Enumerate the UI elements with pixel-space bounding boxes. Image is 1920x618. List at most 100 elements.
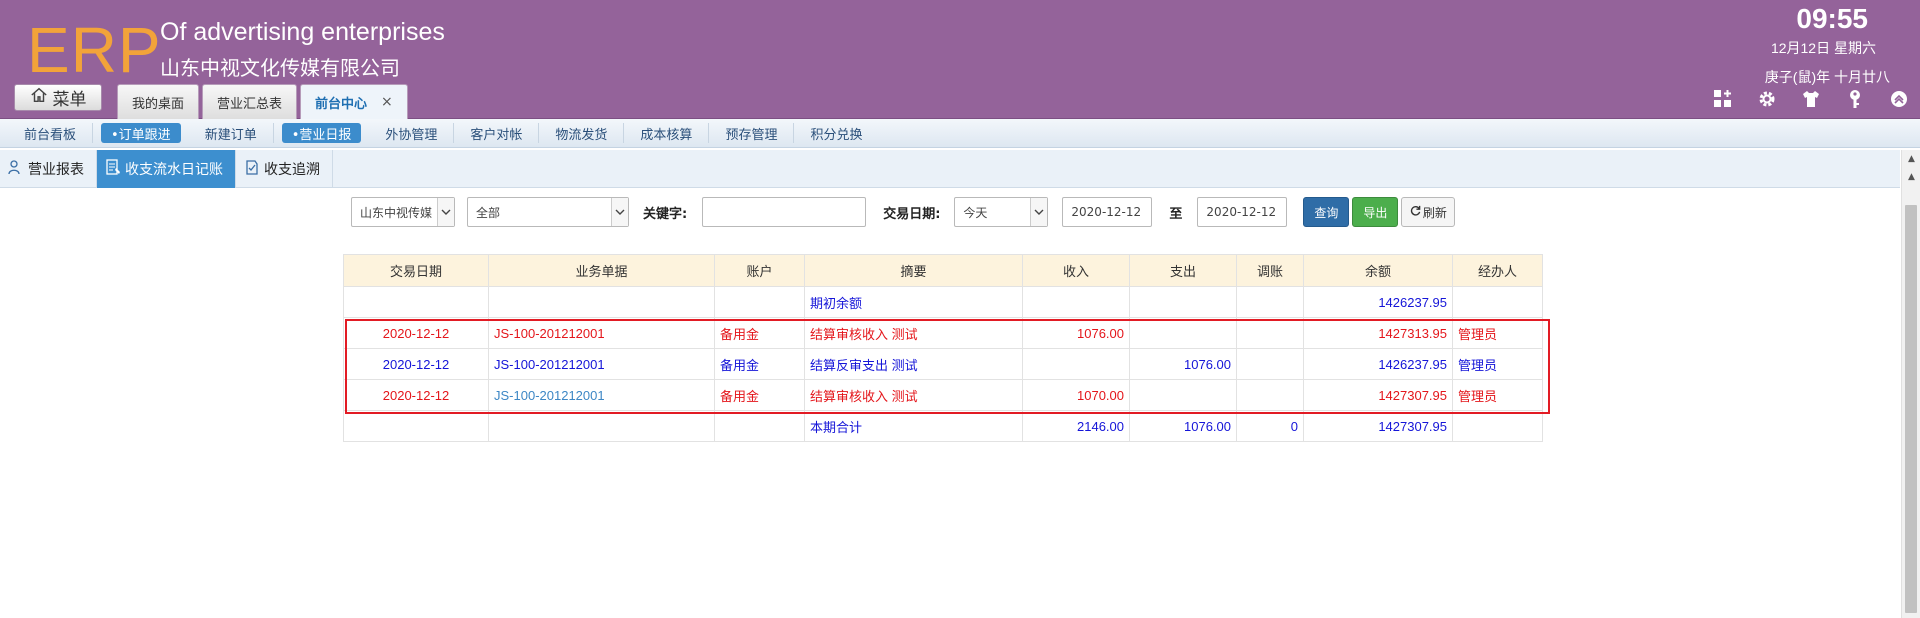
col-header-adjust[interactable]: 调账 xyxy=(1236,254,1304,287)
clock-lunar-date: 庚子(鼠)年 十月廿八 xyxy=(1764,69,1890,85)
company-select-value: 山东中视传媒 xyxy=(360,205,433,220)
vertical-scrollbar[interactable]: ▲ ▲ xyxy=(1901,150,1920,618)
tab-business-summary[interactable]: 营业汇总表 xyxy=(202,84,298,119)
table-header-row: 交易日期 业务单据 账户 摘要 收入 支出 调账 余额 经办人 xyxy=(343,254,1543,287)
shirt-icon[interactable] xyxy=(1800,88,1822,110)
clock-panel: 09:55 12月12日 星期六 庚子(鼠)年 十月廿八 xyxy=(1765,4,1890,87)
chevron-down-icon xyxy=(611,198,628,226)
date-cell: 2020-12-12 xyxy=(343,379,489,411)
col-header-handler[interactable]: 经办人 xyxy=(1452,254,1543,287)
table-cell xyxy=(1452,410,1543,442)
nav-logistics[interactable]: 物流发货 xyxy=(539,123,625,143)
tab-front-center[interactable]: 前台中心 × xyxy=(300,84,408,119)
refresh-label: 刷新 xyxy=(1422,205,1447,220)
col-header-summary[interactable]: 摘要 xyxy=(804,254,1023,287)
subtab-label: 收支流水日记账 xyxy=(125,162,223,178)
document-link[interactable]: JS-100-201212001 xyxy=(488,317,715,349)
export-button[interactable]: 导出 xyxy=(1352,197,1399,227)
table-row[interactable]: 2020-12-12 JS-100-201212001 备用金 结算反审支出 测… xyxy=(343,348,1543,380)
tab-label: 前台中心 xyxy=(315,96,368,112)
col-header-document[interactable]: 业务单据 xyxy=(488,254,715,287)
date-range-value: 今天 xyxy=(963,205,988,220)
table-cell xyxy=(488,410,715,442)
summary-cell: 结算反审支出 测试 xyxy=(804,348,1023,380)
nav-cost-accounting[interactable]: 成本核算 xyxy=(624,123,710,143)
subtab-label: 收支追溯 xyxy=(264,162,320,178)
people-icon xyxy=(8,159,24,179)
nav-customer-reconcile[interactable]: 客户对帐 xyxy=(454,123,540,143)
tab-my-desktop[interactable]: 我的桌面 xyxy=(117,84,200,119)
nav-front-board[interactable]: 前台看板 xyxy=(8,123,94,143)
nav-new-order[interactable]: 新建订单 xyxy=(189,123,274,143)
handler-cell: 管理员 xyxy=(1452,379,1543,411)
scroll-thumb[interactable] xyxy=(1905,205,1917,613)
subtab-trace[interactable]: 收支追溯 xyxy=(236,150,333,188)
col-header-expense[interactable]: 支出 xyxy=(1129,254,1237,287)
table-cell xyxy=(343,410,489,442)
scroll-up-arrow-icon[interactable]: ▲ xyxy=(1902,150,1920,168)
nav-daily-report[interactable]: •营业日报 xyxy=(281,123,362,143)
total-summary-cell: 本期合计 xyxy=(804,410,1023,442)
handler-cell: 管理员 xyxy=(1452,317,1543,349)
table-cell xyxy=(488,286,715,318)
key-icon[interactable] xyxy=(1844,88,1866,110)
total-income-cell: 2146.00 xyxy=(1022,410,1130,442)
tab-label: 我的桌面 xyxy=(132,96,185,112)
col-header-balance[interactable]: 余额 xyxy=(1303,254,1453,287)
to-label: 至 xyxy=(1169,206,1183,222)
trace-icon xyxy=(244,159,260,179)
cash-journal-table: 交易日期 业务单据 账户 摘要 收入 支出 调账 余额 经办人 期初余额 142… xyxy=(343,254,1543,442)
date-from-input[interactable]: 2020-12-12 xyxy=(1062,197,1153,227)
expense-cell: 1076.00 xyxy=(1129,348,1237,380)
ledger-icon xyxy=(105,159,121,179)
col-header-date[interactable]: 交易日期 xyxy=(343,254,489,287)
table-cell xyxy=(1129,286,1237,318)
balance-cell: 1426237.95 xyxy=(1303,348,1453,380)
main-menu-label: 菜单 xyxy=(52,90,87,110)
subtab-cash-journal[interactable]: 收支流水日记账 xyxy=(97,150,236,188)
account-cell: 备用金 xyxy=(714,317,805,349)
summary-cell: 结算审核收入 测试 xyxy=(804,317,1023,349)
scroll-up-arrow-icon[interactable]: ▲ xyxy=(1902,168,1920,186)
company-select[interactable]: 山东中视传媒 xyxy=(351,197,455,227)
grid-add-icon[interactable] xyxy=(1712,88,1734,110)
date-to-input[interactable]: 2020-12-12 xyxy=(1197,197,1288,227)
nav-outsourcing[interactable]: 外协管理 xyxy=(369,123,455,143)
nav-order-follow[interactable]: •订单跟进 xyxy=(101,123,181,143)
erp-logo: ERP xyxy=(27,14,162,86)
window-tabs: 我的桌面 营业汇总表 前台中心 × xyxy=(117,84,408,119)
close-icon[interactable]: × xyxy=(381,94,393,110)
adjust-cell xyxy=(1236,348,1304,380)
main-menu-button[interactable]: 菜单 xyxy=(14,84,102,111)
clock-time: 09:55 xyxy=(1796,3,1868,34)
category-select[interactable]: 全部 xyxy=(467,197,629,227)
income-cell: 1070.00 xyxy=(1022,379,1130,411)
document-link[interactable]: JS-100-201212001 xyxy=(488,379,715,411)
keyword-input[interactable] xyxy=(702,197,867,227)
opening-balance-row: 期初余额 1426237.95 xyxy=(343,286,1543,318)
table-row[interactable]: 2020-12-12 JS-100-201212001 备用金 结算审核收入 测… xyxy=(343,379,1543,411)
table-row[interactable]: 2020-12-12 JS-100-201212001 备用金 结算审核收入 测… xyxy=(343,317,1543,349)
toolbar-icons xyxy=(1712,88,1910,110)
account-cell: 备用金 xyxy=(714,348,805,380)
col-header-account[interactable]: 账户 xyxy=(714,254,805,287)
document-link[interactable]: JS-100-201212001 xyxy=(488,348,715,380)
nav-points-exchange[interactable]: 积分兑换 xyxy=(794,123,878,143)
table-cell xyxy=(714,286,805,318)
period-total-row: 本期合计 2146.00 1076.00 0 1427307.95 xyxy=(343,410,1543,442)
opening-summary-cell: 期初余额 xyxy=(804,286,1023,318)
adjust-cell xyxy=(1236,379,1304,411)
gear-icon[interactable] xyxy=(1756,88,1778,110)
summary-cell: 结算审核收入 测试 xyxy=(804,379,1023,411)
keyword-label: 关键字: xyxy=(643,206,688,222)
subtab-business-report[interactable]: 营业报表 xyxy=(0,150,97,188)
collapse-up-icon[interactable] xyxy=(1888,88,1910,110)
trade-date-label: 交易日期: xyxy=(883,206,941,222)
col-header-income[interactable]: 收入 xyxy=(1022,254,1130,287)
refresh-button[interactable]: 刷新 xyxy=(1401,197,1456,227)
expense-cell xyxy=(1129,379,1237,411)
date-range-select[interactable]: 今天 xyxy=(954,197,1049,227)
query-button[interactable]: 查询 xyxy=(1303,197,1350,227)
subtab-label: 营业报表 xyxy=(28,162,84,178)
nav-prepaid[interactable]: 预存管理 xyxy=(709,123,795,143)
